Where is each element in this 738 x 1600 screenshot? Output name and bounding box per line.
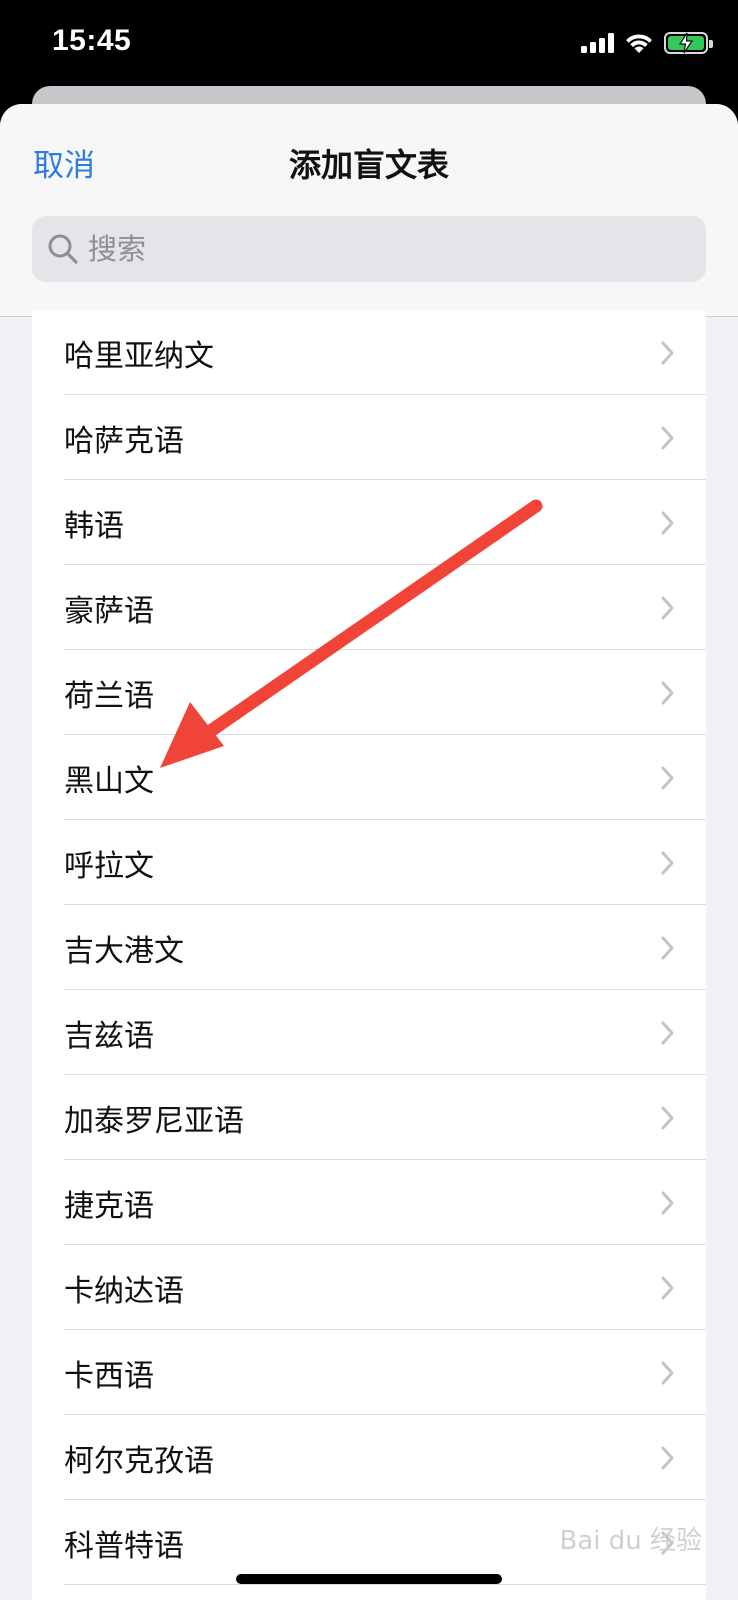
status-icons xyxy=(581,32,713,54)
list-item-geez[interactable]: 吉兹语 xyxy=(32,990,706,1075)
watermark: Bai du 经验 xyxy=(559,1526,702,1556)
list-item-label: 卡西语 xyxy=(64,1358,154,1394)
list-item-label: 呼拉文 xyxy=(64,848,154,884)
status-bar: 15:45 xyxy=(0,0,738,90)
list-item-label: 豪萨语 xyxy=(64,593,154,629)
list-item-label: 吉大港文 xyxy=(64,933,184,969)
wifi-icon xyxy=(626,34,652,53)
list-item-hausa[interactable]: 豪萨语 xyxy=(32,565,706,650)
status-time: 15:45 xyxy=(52,24,132,57)
list-item-kazakh[interactable]: 哈萨克语 xyxy=(32,395,706,480)
battery-icon xyxy=(664,32,713,54)
list-item-haryanvi[interactable]: 哈里亚纳文 xyxy=(32,310,706,395)
language-list: 哈里亚纳文 哈萨克语 韩语 豪萨语 荷兰语 黑山文 呼拉文 吉大港文 吉兹语 加… xyxy=(32,310,706,1600)
search-input[interactable] xyxy=(88,232,648,266)
chevron-right-icon xyxy=(661,1361,674,1385)
chevron-right-icon xyxy=(661,511,674,535)
list-item-khasi[interactable]: 卡西语 xyxy=(32,1330,706,1415)
list-item-montenegrin[interactable]: 黑山文 xyxy=(32,735,706,820)
list-item-dutch[interactable]: 荷兰语 xyxy=(32,650,706,735)
chevron-right-icon xyxy=(661,1276,674,1300)
chevron-right-icon xyxy=(661,936,674,960)
list-item-kannada[interactable]: 卡纳达语 xyxy=(32,1245,706,1330)
search-icon xyxy=(48,234,78,264)
cellular-signal-icon xyxy=(581,33,614,53)
search-bar[interactable] xyxy=(32,216,706,282)
chevron-right-icon xyxy=(661,1106,674,1130)
list-item-korean[interactable]: 韩语 xyxy=(32,480,706,565)
list-item-chittagonian[interactable]: 吉大港文 xyxy=(32,905,706,990)
list-item-label: 捷克语 xyxy=(64,1188,154,1224)
chevron-right-icon xyxy=(661,341,674,365)
add-braille-table-sheet: 取消 添加盲文表 哈里亚纳文 哈萨克语 韩语 豪萨语 荷兰语 xyxy=(0,104,738,1600)
chevron-right-icon xyxy=(661,1021,674,1045)
list-item-catalan[interactable]: 加泰罗尼亚语 xyxy=(32,1075,706,1160)
list-item-label: 吉兹语 xyxy=(64,1018,154,1054)
list-item-hula[interactable]: 呼拉文 xyxy=(32,820,706,905)
list-item-label: 加泰罗尼亚语 xyxy=(64,1103,244,1139)
list-item-label: 科普特语 xyxy=(64,1528,184,1564)
list-item-label: 荷兰语 xyxy=(64,678,154,714)
list-item-label: 柯尔克孜语 xyxy=(64,1443,214,1479)
list-item-label: 韩语 xyxy=(64,508,124,544)
home-indicator[interactable] xyxy=(236,1574,502,1584)
list-item-label: 黑山文 xyxy=(64,763,154,799)
chevron-right-icon xyxy=(661,681,674,705)
list-item-czech[interactable]: 捷克语 xyxy=(32,1160,706,1245)
chevron-right-icon xyxy=(661,426,674,450)
list-item-label: 哈里亚纳文 xyxy=(64,338,214,374)
list-item-label: 卡纳达语 xyxy=(64,1273,184,1309)
chevron-right-icon xyxy=(661,1191,674,1215)
chevron-right-icon xyxy=(661,851,674,875)
list-item-label: 哈萨克语 xyxy=(64,423,184,459)
sheet-header: 取消 添加盲文表 xyxy=(0,104,738,317)
list-item-kyrgyz[interactable]: 柯尔克孜语 xyxy=(32,1415,706,1500)
chevron-right-icon xyxy=(661,766,674,790)
chevron-right-icon xyxy=(661,596,674,620)
sheet-title: 添加盲文表 xyxy=(288,146,449,184)
chevron-right-icon xyxy=(661,1446,674,1470)
